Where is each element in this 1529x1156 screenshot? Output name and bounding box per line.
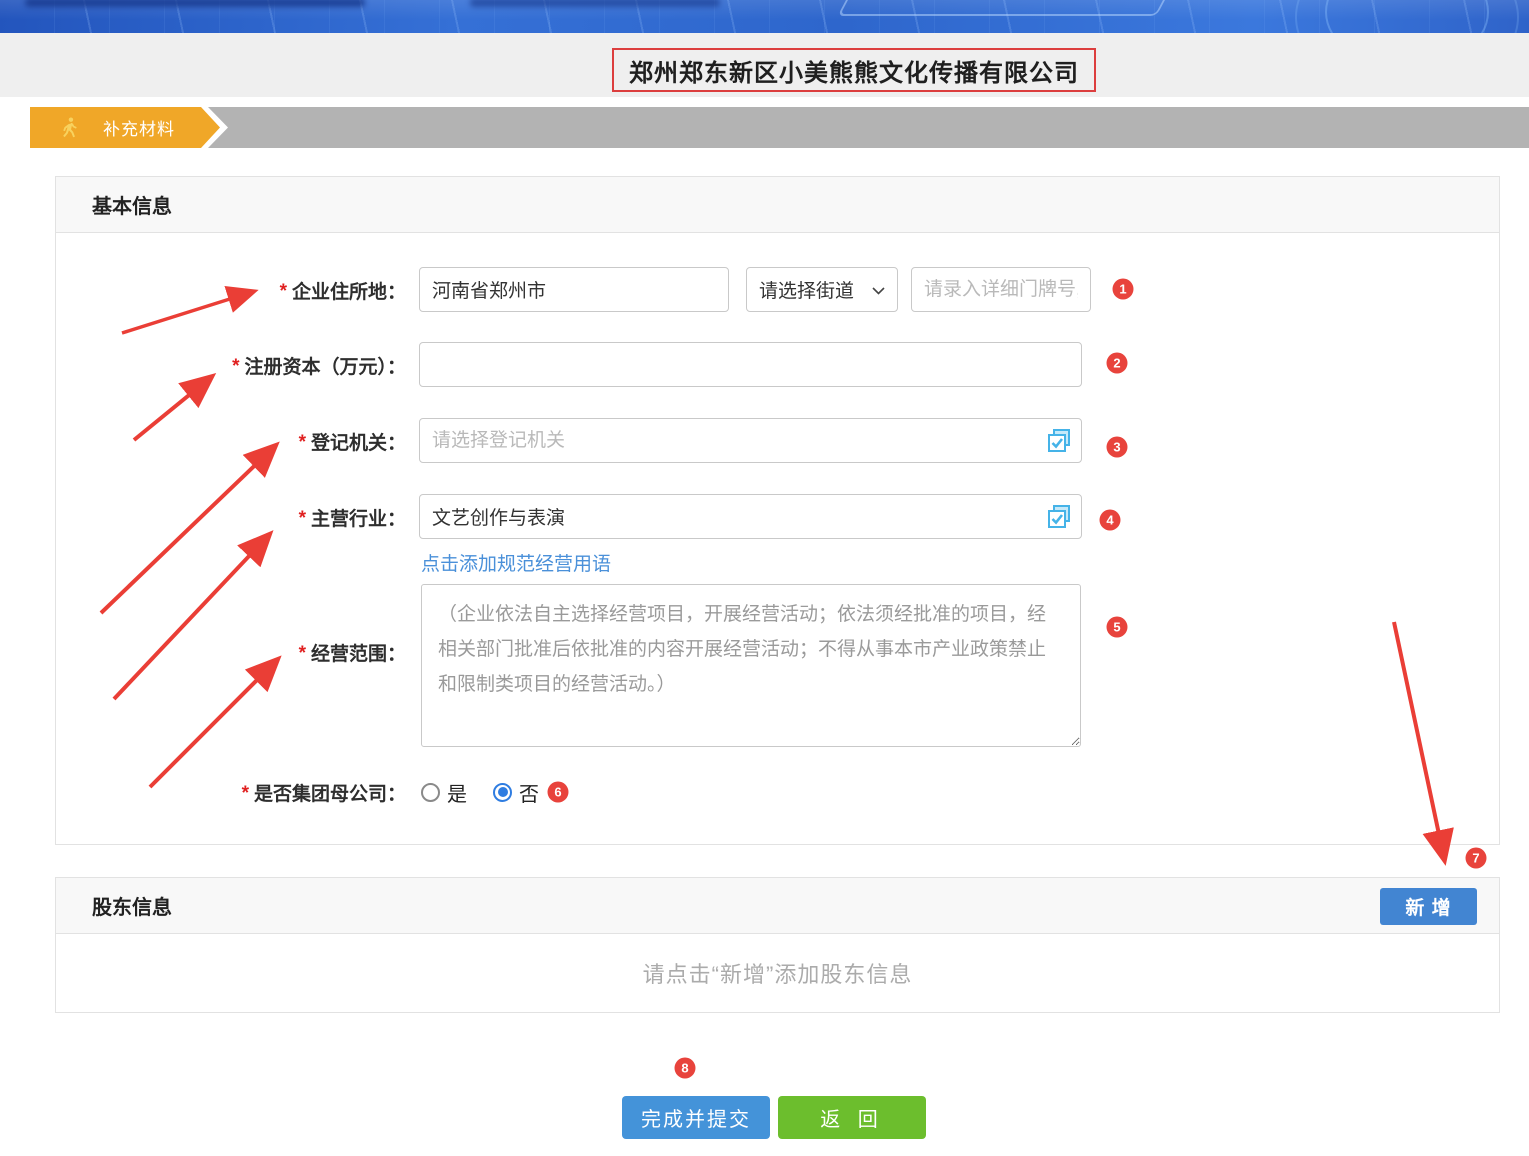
shareholder-empty-text: 请点击“新增”添加股东信息 bbox=[56, 934, 1499, 1012]
registered-capital-label: *注册资本（万元）： bbox=[56, 352, 406, 379]
main-industry-input[interactable] bbox=[419, 494, 1082, 539]
registered-capital-input[interactable] bbox=[419, 342, 1082, 387]
select-picker-icon[interactable] bbox=[1046, 428, 1072, 454]
required-asterisk: * bbox=[232, 356, 239, 377]
basic-info-title: 基本信息 bbox=[92, 190, 172, 219]
registration-authority-input[interactable] bbox=[419, 418, 1082, 463]
business-scope-label: *经营范围： bbox=[56, 639, 406, 666]
registration-authority-label: *登记机关： bbox=[56, 428, 406, 455]
annotation-badge-8: 8 bbox=[675, 1058, 696, 1079]
shareholder-title: 股东信息 bbox=[92, 891, 172, 920]
annotation-badge-7: 7 bbox=[1466, 848, 1487, 869]
required-asterisk: * bbox=[242, 783, 249, 804]
business-scope-textarea[interactable]: （企业依法自主选择经营项目，开展经营活动；依法须经批准的项目，经相关部门批准后依… bbox=[421, 584, 1081, 747]
radio-no[interactable] bbox=[493, 783, 512, 802]
page: 郑州郑东新区小美熊熊文化传播有限公司 补充材料 基本信息 *企业住所地： 请选择… bbox=[0, 0, 1529, 1156]
street-select-value: 请选择街道 bbox=[759, 276, 854, 303]
address-detail-input[interactable] bbox=[911, 267, 1091, 312]
address-label: *企业住所地： bbox=[56, 277, 406, 304]
required-asterisk: * bbox=[280, 281, 287, 302]
banner-cropped-navbox bbox=[837, 0, 1173, 16]
basic-info-panel: 基本信息 *企业住所地： 请选择街道 *注册资本（万元）： *登记机关： bbox=[55, 176, 1500, 845]
step-tab-supplementary-material[interactable]: 补充材料 bbox=[30, 107, 220, 148]
shareholder-header: 股东信息 新 增 bbox=[56, 878, 1499, 934]
add-standard-scope-link[interactable]: 点击添加规范经营用语 bbox=[421, 549, 611, 576]
company-title: 郑州郑东新区小美熊熊文化传播有限公司 bbox=[612, 48, 1096, 92]
chevron-down-icon bbox=[872, 279, 885, 301]
main-industry-label: *主营行业： bbox=[56, 504, 406, 531]
required-asterisk: * bbox=[299, 432, 306, 453]
header-bar: 郑州郑东新区小美熊熊文化传播有限公司 bbox=[0, 33, 1529, 97]
basic-info-header: 基本信息 bbox=[56, 177, 1499, 233]
group-parent-radio-group: 是 否 bbox=[421, 777, 565, 807]
street-select[interactable]: 请选择街道 bbox=[746, 267, 898, 312]
submit-button[interactable]: 完成并提交 bbox=[622, 1096, 770, 1139]
radio-yes[interactable] bbox=[421, 783, 440, 802]
shareholder-panel: 股东信息 新 增 请点击“新增”添加股东信息 bbox=[55, 877, 1500, 1013]
banner-cropped-text bbox=[470, 0, 720, 7]
select-picker-icon[interactable] bbox=[1046, 504, 1072, 530]
banner-cropped-text bbox=[25, 0, 365, 7]
required-asterisk: * bbox=[299, 508, 306, 529]
radio-no-label: 否 bbox=[519, 778, 539, 807]
add-shareholder-button[interactable]: 新 增 bbox=[1380, 888, 1477, 925]
required-asterisk: * bbox=[299, 643, 306, 664]
banner-decor-arc bbox=[1295, 0, 1519, 33]
address-region-input[interactable] bbox=[419, 267, 729, 312]
back-button[interactable]: 返 回 bbox=[778, 1096, 926, 1139]
group-parent-label: *是否集团母公司： bbox=[56, 779, 406, 806]
top-banner bbox=[0, 0, 1529, 33]
step-bar: 补充材料 bbox=[30, 107, 1529, 148]
walking-person-icon bbox=[58, 116, 81, 139]
step-tab-label: 补充材料 bbox=[103, 115, 175, 140]
radio-yes-label: 是 bbox=[447, 778, 467, 807]
